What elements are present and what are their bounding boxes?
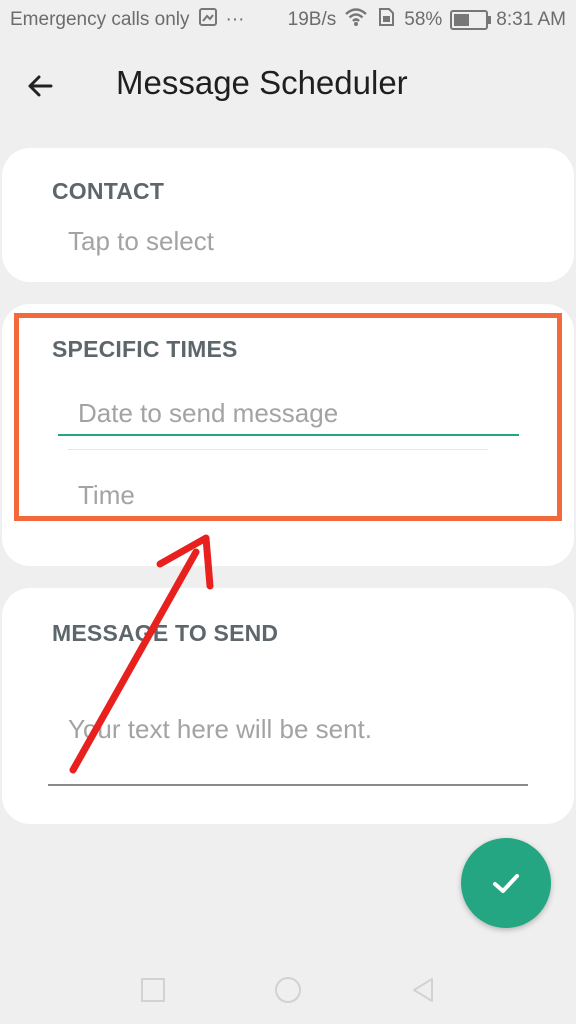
- checkmark-icon: [493, 874, 519, 893]
- overflow-dots: ···: [225, 9, 245, 30]
- network-speed: 19B/s: [287, 9, 337, 30]
- confirm-button[interactable]: [461, 838, 551, 928]
- contact-select-field[interactable]: Tap to select: [68, 226, 214, 257]
- back-nav-button[interactable]: [403, 970, 443, 1010]
- annotation-highlight-box: [14, 313, 562, 521]
- message-input[interactable]: Your text here will be sent.: [68, 714, 372, 745]
- status-right: 19B/s 58% 8:31 AM: [288, 7, 566, 33]
- page-title: Message Scheduler: [116, 64, 408, 101]
- circle-icon: [275, 977, 301, 1003]
- message-label: MESSAGE TO SEND: [52, 620, 279, 646]
- recents-button[interactable]: [133, 970, 173, 1010]
- system-nav-bar: [0, 960, 576, 1020]
- contact-label: CONTACT: [52, 178, 165, 204]
- wifi-icon: [344, 7, 368, 33]
- battery-percent: 58%: [404, 9, 443, 30]
- clock-time: 8:31 AM: [496, 9, 566, 30]
- image-notification-icon: [198, 7, 218, 33]
- square-icon: [141, 978, 165, 1002]
- back-button[interactable]: [18, 64, 62, 108]
- status-left: Emergency calls only ···: [10, 7, 245, 33]
- message-input-underline: [48, 784, 528, 786]
- home-button[interactable]: [268, 970, 308, 1010]
- back-arrow-icon: [28, 75, 53, 97]
- message-card: MESSAGE TO SEND Your text here will be s…: [2, 588, 574, 824]
- status-bar: Emergency calls only ··· 19B/s 58% 8:31 …: [0, 0, 576, 40]
- triangle-back-icon: [413, 978, 433, 1002]
- carrier-text: Emergency calls only: [10, 9, 190, 30]
- app-bar: Message Scheduler: [0, 50, 576, 120]
- contact-card[interactable]: CONTACT Tap to select: [2, 148, 574, 282]
- battery-fill: [454, 14, 470, 26]
- sim-icon: [376, 7, 396, 33]
- battery-icon: [450, 10, 492, 30]
